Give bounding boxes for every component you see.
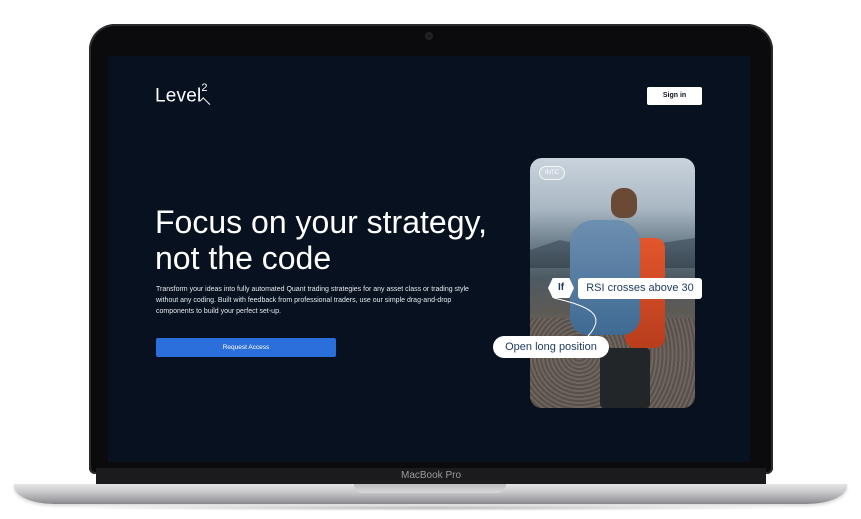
laptop-chin: MacBook Pro [96,468,766,484]
laptop-shadow [60,505,800,511]
request-access-button[interactable]: Request Access [156,338,336,357]
logo-text: Level [155,85,202,107]
logo[interactable]: Level2 [155,82,208,107]
connector-line [553,297,597,337]
screen: Level2 Sign in Focus on your strategy, n… [108,56,750,462]
if-node: If [548,278,574,298]
camera [425,32,433,40]
action-chip: Open long position [493,336,609,358]
photo-head [611,188,637,218]
sign-in-button[interactable]: Sign in [647,87,702,105]
device-label: MacBook Pro [400,470,462,481]
hero-headline: Focus on your strategy, not the code [155,204,487,276]
ticker-badge: INTC [539,166,565,180]
logo-superscript: 2 [201,82,208,94]
hero-subtext: Transform your ideas into fully automate… [156,286,469,315]
laptop-notch [354,484,506,493]
photo-legs [600,348,650,408]
condition-chip: RSI crosses above 30 [578,278,702,299]
